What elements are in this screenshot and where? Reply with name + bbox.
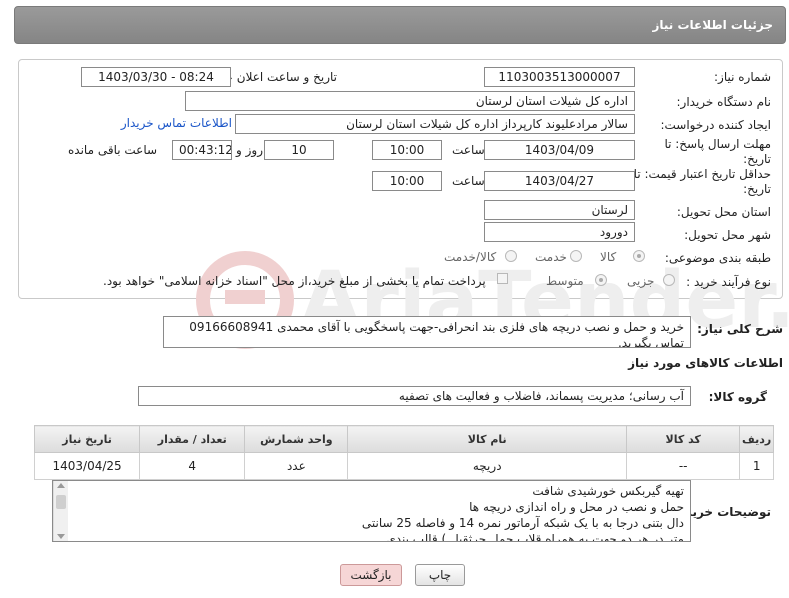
buyer-notes-line: متر در هر دو جهت به همراه قلاب حمل جرثقی… [386,532,684,542]
page-title: جزئیات اطلاعات نیاز [652,18,773,32]
buyer-notes-textarea[interactable]: تهیه گیربکس خورشیدی شافت حمل و نصب در مح… [52,480,691,542]
col-unit: واحد شمارش [244,425,349,453]
validity-time-label: ساعت [452,174,485,188]
cell-name: دریچه [347,452,628,480]
category-radio-service[interactable] [570,250,582,262]
scroll-down-icon[interactable] [57,534,65,539]
province-label: استان محل تحویل: [676,205,771,219]
summary-textarea[interactable]: خرید و حمل و نصب دریچه های فلزی بند انحر… [163,316,691,348]
process-option-minor: جزیی [627,274,655,288]
category-radio-goods-service[interactable] [505,250,517,262]
time-remaining-label: ساعت باقی مانده [68,143,158,157]
buyer-org-label: نام دستگاه خریدار: [676,95,772,109]
validity-label-line2: تاریخ: [743,182,771,196]
back-button[interactable]: بازگشت [340,564,402,586]
deadline-label-line1: مهلت ارسال پاسخ: تا [664,137,771,151]
days-label: روز و [236,143,263,157]
buyer-notes-line: دال بتنی درجا به با یک شبکه آرماتور نمره… [361,516,684,530]
cell-unit: عدد [244,452,349,480]
category-option-service: خدمت [535,250,567,264]
announce-datetime-field: 1403/03/30 - 08:24 [81,67,231,87]
buyer-org-field: اداره کل شیلات استان لرستان [185,91,635,111]
print-button[interactable]: چاپ [415,564,465,586]
treasury-payment-note: پرداخت تمام یا بخشی از مبلغ خرید،از محل … [103,274,486,288]
process-radio-minor[interactable] [663,274,675,286]
validity-label-line1: حداقل تاریخ اعتبار قیمت: تا [633,167,771,181]
deadline-time-field: 10:00 [372,140,442,160]
validity-date-field: 1403/04/27 [484,171,635,191]
cell-qty: 4 [139,452,246,480]
col-code: کد کالا [626,425,741,453]
need-number-label: شماره نیاز: [714,70,771,84]
col-date: تاریخ نیاز [33,425,141,453]
city-field: دورود [484,222,635,242]
category-option-goods-service: کالا/خدمت [444,250,497,264]
buyer-notes-line: حمل و نصب در محل و راه اندازی دریچه ها [469,500,684,514]
goods-section-title: اطلاعات کالاهای مورد نیاز [628,356,783,370]
creator-label: ایجاد کننده درخواست: [660,118,771,132]
buyer-notes-line: تهیه گیربکس خورشیدی شافت [532,484,684,498]
page-header: جزئیات اطلاعات نیاز [14,6,786,44]
col-qty: تعداد / مقدار [139,425,246,453]
days-remaining-field: 10 [264,140,334,160]
table-row: 1 -- دریچه عدد 4 1403/04/25 [33,452,774,480]
cell-row: 1 [739,452,774,480]
scroll-thumb[interactable] [56,495,66,509]
deadline-label-line2: تاریخ: [743,152,771,166]
treasury-payment-checkbox[interactable] [497,273,508,284]
deadline-time-label: ساعت [452,143,485,157]
process-option-medium: متوسط [546,274,584,288]
category-label: طبقه بندی موضوعی: [664,251,771,265]
buyer-notes-scrollbar[interactable] [53,481,68,541]
province-field: لرستان [484,200,635,220]
process-type-label: نوع فرآیند خرید : [686,275,771,289]
validity-time-field: 10:00 [372,171,442,191]
deadline-date-field: 1403/04/09 [484,140,635,160]
col-row: ردیف [739,425,774,453]
time-remaining-field: 00:43:12 [172,140,232,160]
col-name: نام کالا [347,425,628,453]
goods-group-field: آب رسانی؛ مدیریت پسماند، فاضلاب و فعالیت… [138,386,691,406]
process-radio-medium[interactable] [595,274,607,286]
summary-label: شرح کلی نیاز: [697,322,783,336]
category-option-goods: کالا [600,250,617,264]
buyer-contact-link[interactable]: اطلاعات تماس خریدار [121,116,232,130]
cell-code: -- [626,452,741,480]
goods-table: ردیف کد کالا نام کالا واحد شمارش تعداد /… [33,425,774,480]
city-label: شهر محل تحویل: [684,228,771,242]
category-radio-goods[interactable] [633,250,645,262]
need-number-field: 1103003513000007 [484,67,635,87]
cell-date: 1403/04/25 [33,452,141,480]
scroll-up-icon[interactable] [57,483,65,488]
goods-group-label: گروه کالا: [708,390,767,404]
creator-field: سالار مرادعلیوند کارپرداز اداره کل شیلات… [235,114,635,134]
